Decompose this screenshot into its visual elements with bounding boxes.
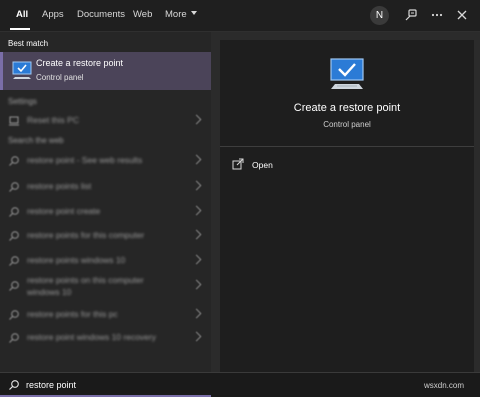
more-options-icon[interactable] — [430, 8, 444, 22]
tab-web[interactable]: Web — [133, 9, 152, 20]
web-result-item[interactable]: restore points on this computer windows … — [0, 275, 211, 304]
best-match-title: Create a restore point — [36, 58, 124, 68]
chevron-right-icon — [191, 308, 202, 319]
search-icon — [9, 182, 19, 192]
close-icon[interactable] — [455, 8, 469, 22]
settings-heading: Settings — [8, 97, 37, 106]
web-result-label: restore points for this pc — [27, 309, 118, 319]
web-heading: Search the web — [8, 136, 64, 145]
chevron-right-icon — [191, 331, 202, 342]
search-bar — [0, 372, 480, 397]
open-label: Open — [252, 160, 273, 170]
search-icon — [9, 281, 19, 291]
tab-more-label: More — [165, 9, 187, 20]
search-icon — [9, 380, 19, 390]
web-result-label: restore points for this computer — [27, 230, 145, 240]
active-tab-indicator — [10, 28, 30, 30]
chevron-right-icon — [191, 154, 202, 165]
chevron-right-icon — [191, 114, 202, 125]
search-icon — [9, 156, 19, 166]
web-result-label: restore points list — [27, 181, 92, 191]
open-icon — [232, 158, 244, 170]
web-result-label: restore points windows 10 — [27, 255, 126, 265]
chevron-right-icon — [191, 205, 202, 216]
tab-all[interactable]: All — [16, 9, 28, 20]
web-result-item[interactable]: restore points for this pc — [0, 305, 211, 325]
web-result-label: restore points on this computer windows … — [27, 275, 144, 297]
chevron-right-icon — [191, 229, 202, 240]
web-result-item[interactable]: restore points list — [0, 177, 211, 197]
tab-more[interactable]: More — [165, 9, 197, 20]
settings-item-label: Reset this PC — [27, 115, 79, 125]
search-icon — [9, 333, 19, 343]
web-result-label: restore point - See web results — [27, 155, 143, 165]
web-result-item[interactable]: restore point windows 10 recovery — [0, 328, 211, 348]
top-tab-bar: All Apps Documents Web More N — [0, 0, 480, 32]
preview-title: Create a restore point — [293, 102, 401, 114]
web-result-label: restore point windows 10 recovery — [27, 332, 156, 342]
restore-point-icon — [12, 61, 32, 79]
results-pane: Best match Create a restore point Contro… — [0, 32, 211, 372]
chevron-right-icon — [191, 279, 202, 290]
best-match-subtitle: Control panel — [36, 73, 84, 82]
watermark: wsxdn.com — [424, 381, 465, 390]
web-result-item[interactable]: restore points windows 10 — [0, 251, 211, 271]
restore-point-icon — [330, 58, 364, 89]
web-result-label: restore point create — [27, 206, 101, 216]
feedback-icon[interactable] — [404, 8, 418, 22]
search-icon — [9, 231, 19, 241]
laptop-icon — [9, 116, 19, 126]
web-result-item[interactable]: restore points for this computer — [0, 226, 211, 246]
settings-item[interactable]: Reset this PC — [0, 111, 211, 131]
chevron-right-icon — [191, 254, 202, 265]
avatar[interactable]: N — [370, 6, 389, 25]
search-icon — [9, 310, 19, 320]
preview-pane: Create a restore point Control panel Ope… — [220, 40, 474, 372]
best-match-heading: Best match — [8, 39, 49, 48]
search-input[interactable] — [26, 376, 226, 394]
web-result-item[interactable]: restore point - See web results — [0, 151, 211, 171]
tab-apps[interactable]: Apps — [42, 9, 64, 20]
chevron-down-icon — [190, 11, 197, 16]
web-result-item[interactable]: restore point create — [0, 202, 211, 222]
preview-subtitle: Control panel — [323, 120, 371, 129]
best-match-item[interactable]: Create a restore point Control panel — [0, 52, 211, 90]
open-action[interactable]: Open — [232, 158, 312, 174]
search-icon — [9, 256, 19, 266]
search-icon — [9, 207, 19, 217]
tab-documents[interactable]: Documents — [77, 9, 125, 20]
divider — [220, 146, 474, 147]
chevron-right-icon — [191, 180, 202, 191]
